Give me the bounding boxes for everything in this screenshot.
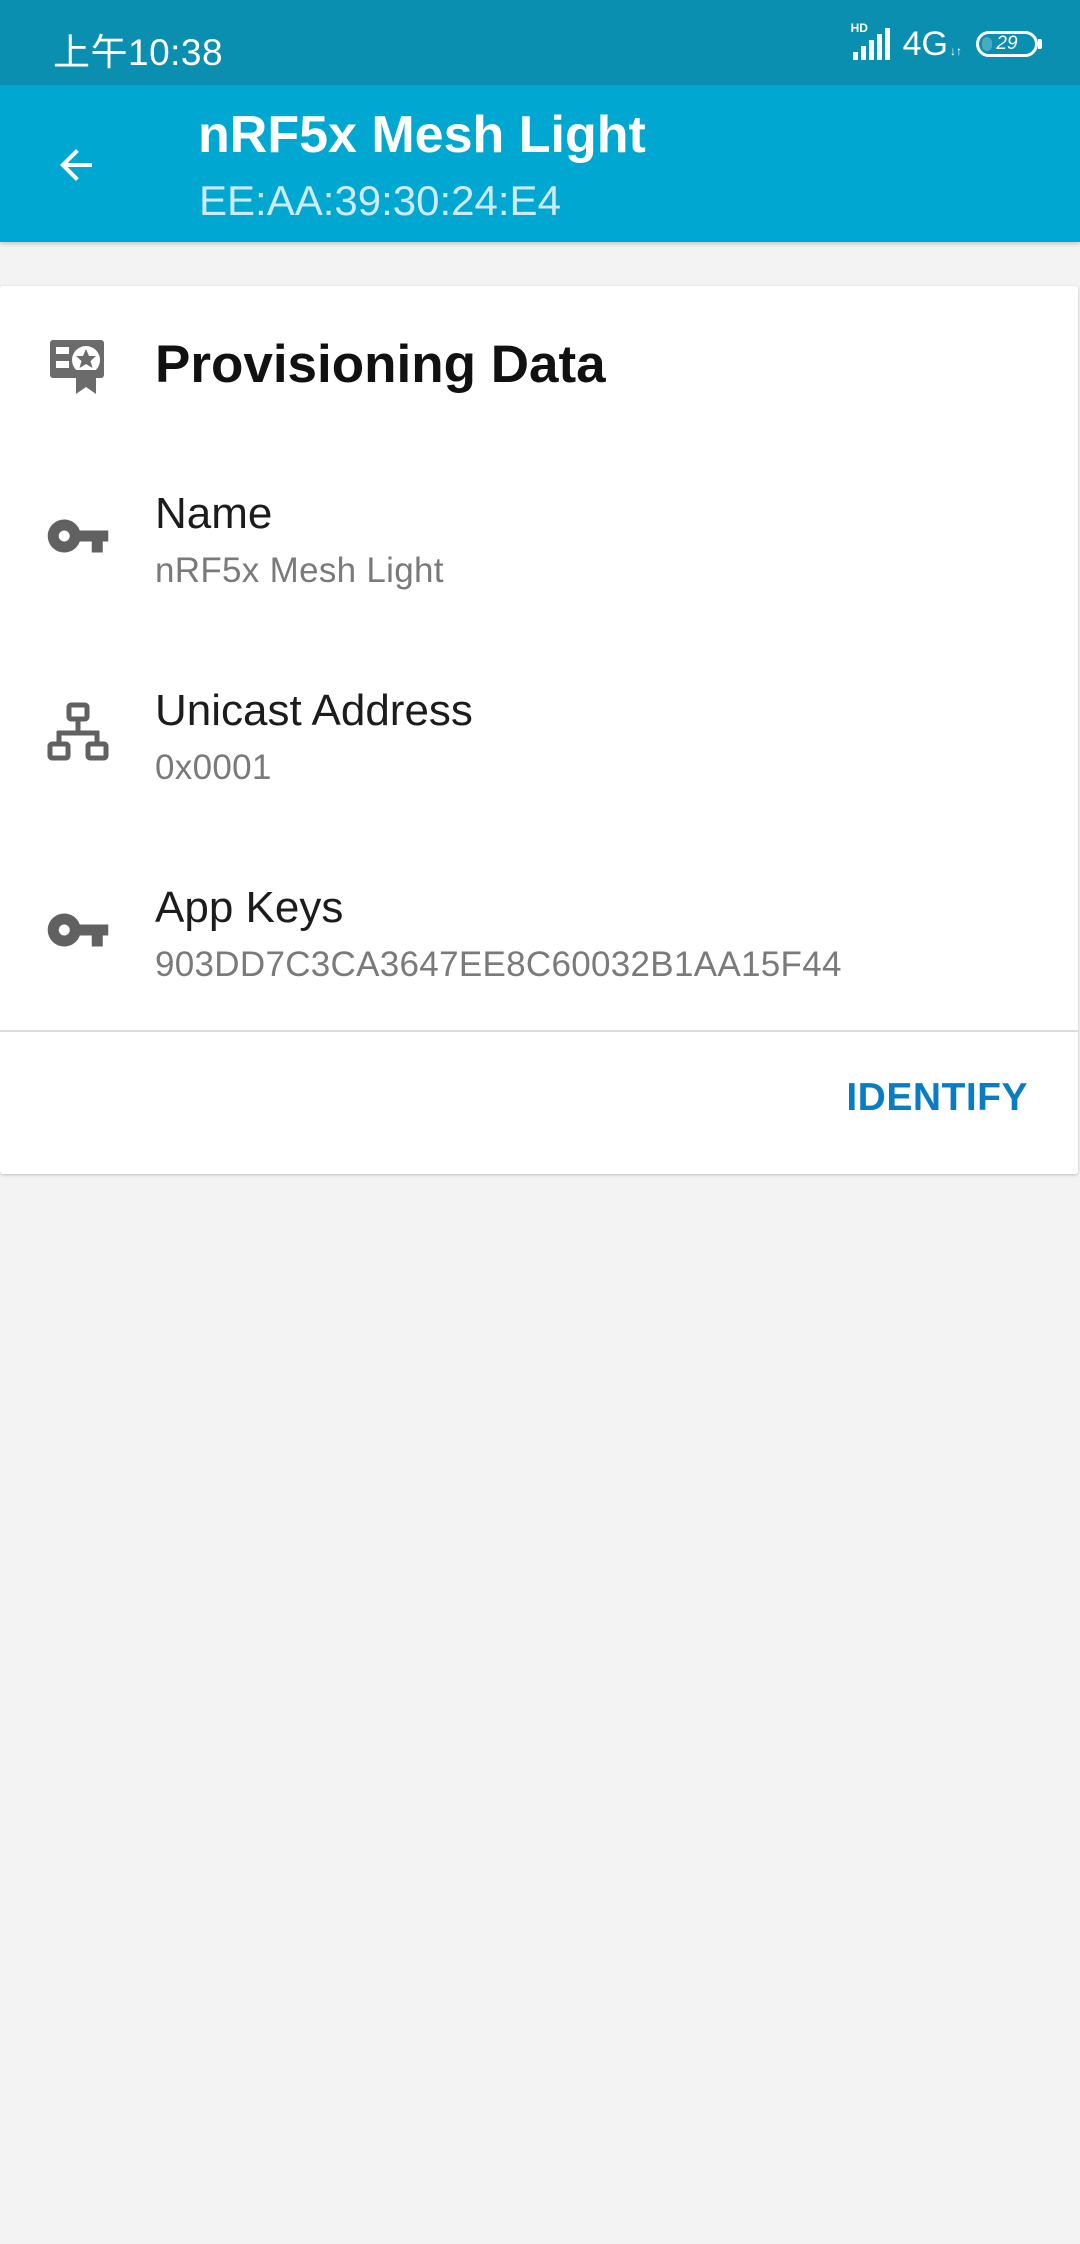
- key-icon: [47, 519, 109, 553]
- status-time: 上午10:38: [53, 32, 224, 73]
- card-title: Provisioning Data: [155, 335, 606, 394]
- data-activity-icon: ↓↑: [950, 44, 962, 58]
- signal-icon: HD: [851, 22, 895, 62]
- provisioning-card: Provisioning Data Name nRF5x Mesh Light …: [0, 286, 1078, 1174]
- network-type: 4G: [902, 25, 948, 63]
- row-title: Name: [155, 489, 273, 538]
- battery-icon: 29: [976, 31, 1038, 57]
- device-address: EE:AA:39:30:24:E4: [199, 177, 561, 224]
- app-bar: nRF5x Mesh Light EE:AA:39:30:24:E4: [0, 85, 1080, 242]
- identify-button[interactable]: IDENTIFY: [846, 1076, 1028, 1120]
- battery-fill: [982, 37, 993, 51]
- card-divider: [0, 1030, 1078, 1032]
- back-button[interactable]: [40, 129, 112, 201]
- arrow-back-icon: [60, 149, 92, 181]
- page-title: nRF5x Mesh Light: [198, 106, 646, 164]
- row-title: Unicast Address: [155, 686, 473, 735]
- list-item-app-keys: App Keys 903DD7C3CA3647EE8C60032B1AA15F4…: [0, 861, 1078, 1011]
- key-icon: [47, 913, 109, 947]
- status-indicators: HD 4G ↓↑ 29: [851, 22, 1042, 64]
- provisioning-badge-icon: [50, 340, 104, 394]
- list-item-unicast-address: Unicast Address 0x0001: [0, 664, 1078, 814]
- battery-nub: [1038, 39, 1042, 49]
- network-icon: [47, 702, 109, 761]
- battery-level: 29: [996, 33, 1018, 54]
- row-value: nRF5x Mesh Light: [155, 551, 444, 590]
- hd-label: HD: [850, 21, 868, 35]
- card-header: Provisioning Data: [0, 286, 1078, 446]
- row-value: 903DD7C3CA3647EE8C60032B1AA15F44: [155, 945, 842, 984]
- row-value: 0x0001: [155, 748, 272, 787]
- status-bar: 上午10:38 HD 4G ↓↑ 29: [0, 0, 1080, 85]
- row-title: App Keys: [155, 883, 344, 932]
- list-item-name: Name nRF5x Mesh Light: [0, 467, 1078, 617]
